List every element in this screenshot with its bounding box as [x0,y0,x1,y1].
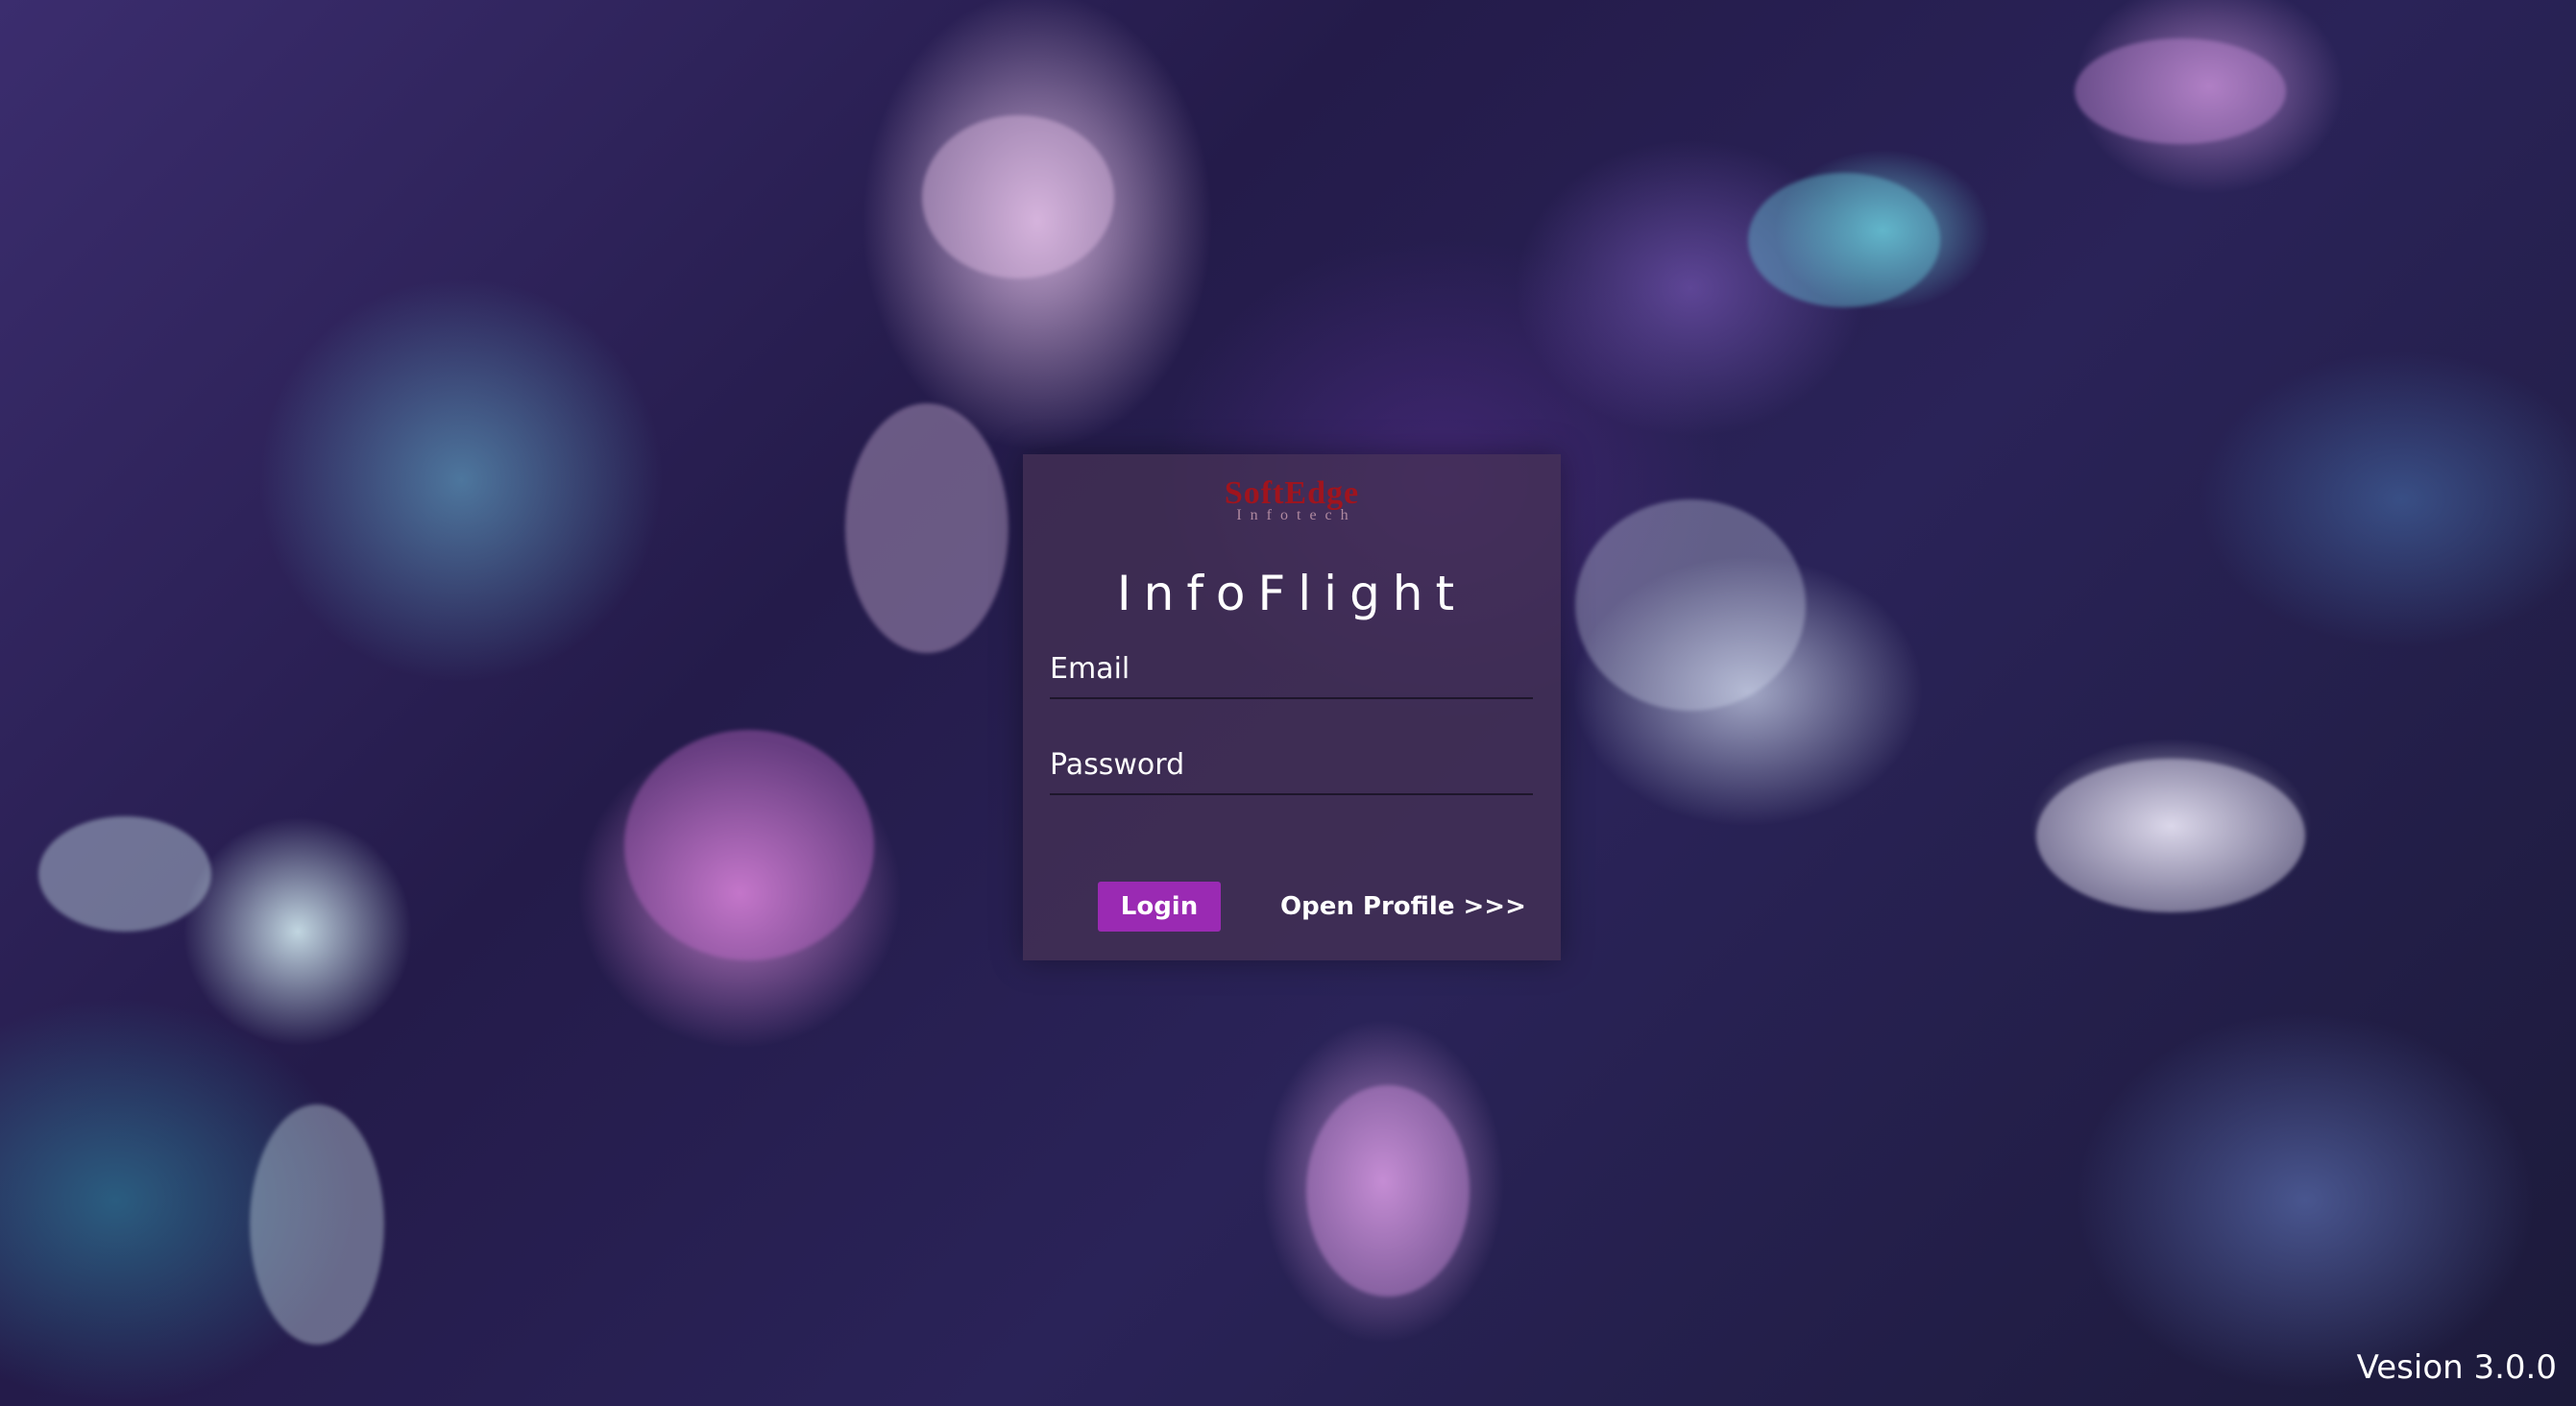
logo-tagline: Infotech [1236,507,1357,523]
open-profile-link[interactable]: Open Profile >>> [1280,882,1526,932]
background-decoration [1575,499,1806,711]
version-label: Vesion 3.0.0 [2356,1348,2557,1387]
company-logo: SoftEdge Infotech [1023,475,1561,523]
background-decoration [1748,173,1940,307]
email-field-container [1050,644,1533,699]
password-field-container [1050,740,1533,795]
email-input[interactable] [1050,644,1533,692]
app-title: InfoFlight [1116,566,1468,621]
login-button[interactable]: Login [1098,882,1221,932]
background-decoration [250,1104,384,1345]
password-input[interactable] [1050,740,1533,788]
background-decoration [2036,759,2305,912]
background-decoration [922,115,1114,279]
background-decoration [624,730,874,960]
background-decoration [38,816,211,932]
background-decoration [1306,1085,1470,1297]
background-decoration [845,403,1009,653]
login-card: SoftEdge Infotech InfoFlight Login Open … [1023,454,1561,960]
background-decoration [2075,38,2286,144]
